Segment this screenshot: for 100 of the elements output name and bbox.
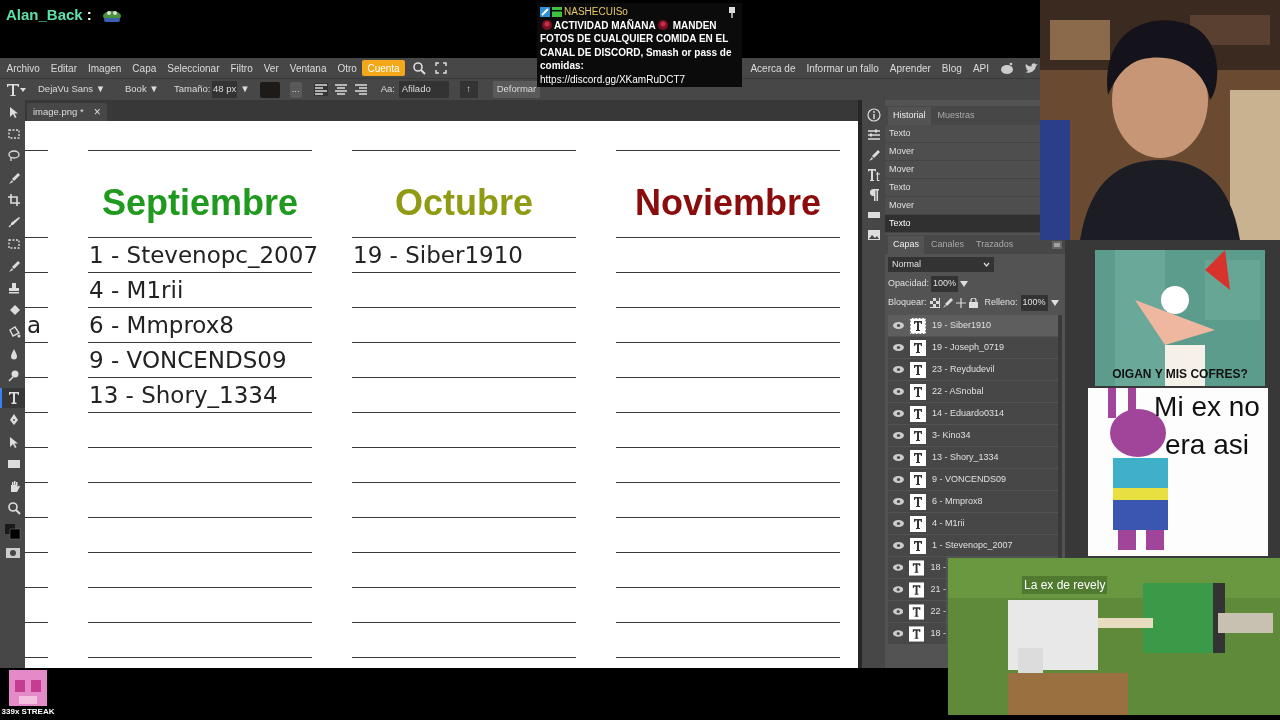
dropdown-arrow-icon[interactable] — [1050, 300, 1059, 306]
align-left-icon[interactable] — [313, 83, 328, 96]
font-style-dropdown[interactable]: Book ▼ — [125, 82, 157, 97]
text-layer-thumbnail-icon — [909, 559, 925, 576]
brush-icon[interactable] — [942, 298, 953, 308]
menu-item[interactable]: Archivo — [1, 60, 46, 76]
layer-row[interactable]: 3- Kino34 — [888, 425, 1058, 446]
layer-row[interactable]: 21 - — [888, 579, 946, 600]
more-button[interactable]: ... — [289, 81, 302, 98]
checker-icon[interactable] — [929, 298, 940, 308]
color-swatch[interactable] — [259, 81, 280, 98]
menu-item[interactable]: Seleccionar — [161, 60, 225, 76]
image-icon[interactable] — [866, 228, 881, 242]
eye-icon — [893, 432, 904, 439]
stamp-tool-icon[interactable] — [6, 281, 21, 295]
menu-item[interactable]: Ventana — [284, 60, 332, 76]
lasso-tool-icon[interactable] — [6, 149, 21, 163]
size-arrow[interactable]: ▼ — [240, 82, 250, 97]
info-icon[interactable] — [866, 108, 881, 122]
dodge-tool-icon[interactable] — [6, 369, 21, 383]
brush-tool-icon[interactable] — [6, 171, 21, 185]
align-right-icon[interactable] — [353, 83, 368, 96]
header-link[interactable]: Blog — [941, 60, 962, 76]
history-item[interactable]: Texto — [885, 215, 1040, 233]
deform-button[interactable]: Deformar — [492, 81, 541, 98]
header-link[interactable]: API — [972, 60, 989, 76]
blend-mode-dropdown[interactable]: Normal — [888, 257, 994, 272]
lock-icon[interactable] — [968, 298, 978, 308]
marquee-tool-icon[interactable] — [6, 237, 21, 251]
panel-tab[interactable]: Canales — [926, 236, 970, 254]
history-item[interactable]: Mover — [885, 143, 1040, 161]
layer-row[interactable]: 14 - Eduardo0314 — [888, 403, 1058, 424]
menu-item[interactable]: Ver — [258, 60, 285, 76]
eyedropper-tool-icon[interactable] — [6, 215, 21, 229]
text-layer-thumbnail-icon — [910, 471, 926, 488]
layer-row[interactable]: 23 - Reydudevil — [888, 359, 1058, 380]
size-field[interactable]: 48 px — [212, 81, 238, 98]
close-icon[interactable]: × — [93, 103, 101, 121]
fill-field[interactable]: 100% — [1020, 295, 1048, 311]
dropdown-arrow-icon[interactable] — [960, 280, 969, 287]
layer-row[interactable]: 4 - M1rii — [888, 513, 1058, 534]
layer-row[interactable]: 9 - VONCENDS09 — [888, 469, 1058, 490]
header-link[interactable]: Acerca de — [750, 60, 796, 76]
brush-tool-icon[interactable] — [6, 259, 21, 273]
layer-row[interactable]: 13 - Shory_1334 — [888, 447, 1058, 468]
layer-row[interactable]: 22 - ASnobal — [888, 381, 1058, 402]
type-icon[interactable] — [866, 168, 881, 182]
menu-item[interactable]: Capa — [126, 60, 162, 76]
crop-tool-icon[interactable] — [6, 193, 21, 207]
header-link[interactable]: Informar un fallo — [806, 60, 879, 76]
history-item[interactable]: Texto — [885, 125, 1040, 143]
bucket-tool-icon[interactable] — [6, 325, 21, 339]
history-item[interactable]: Mover — [885, 161, 1040, 179]
panel-tab[interactable]: Capas — [888, 236, 924, 254]
layer-row[interactable]: 18 - — [888, 623, 946, 644]
layer-row[interactable]: 1 - Stevenopc_2007 — [888, 535, 1058, 556]
chat-link[interactable]: https://discord.gg/XKamRuDCT7 — [540, 72, 686, 86]
emote-icon — [101, 8, 122, 23]
menu-item[interactable]: Editar — [45, 60, 83, 76]
history-item[interactable]: Texto — [885, 179, 1040, 197]
layer-row[interactable]: 22 - — [888, 601, 946, 622]
menu-item[interactable]: Otro — [332, 60, 363, 76]
marquee-tool-icon[interactable] — [6, 127, 21, 141]
brush-icon[interactable] — [866, 148, 881, 162]
layer-row[interactable]: 19 - Joseph_0719 — [888, 337, 1058, 358]
layer-row[interactable]: 18 - — [888, 557, 946, 578]
pin-icon — [728, 7, 736, 18]
panel-tab[interactable]: Muestras — [932, 107, 980, 125]
panel-tab[interactable]: Trazados — [971, 236, 1019, 254]
fullscreen-icon[interactable] — [434, 62, 447, 74]
antialias-dropdown[interactable]: Afilado — [398, 81, 449, 98]
layer-row[interactable]: 6 - Mmprox8 — [888, 491, 1058, 512]
menu-item[interactable]: Filtro — [225, 60, 259, 76]
panel-tab[interactable]: Historial — [888, 107, 931, 125]
layer-row[interactable]: 19 - Siber1910 — [888, 315, 1058, 336]
search-icon[interactable] — [412, 61, 426, 75]
layer-name: 19 - Joseph_0719 — [932, 340, 1005, 354]
sliders-icon[interactable] — [866, 128, 881, 142]
type-icon — [6, 82, 26, 97]
history-item[interactable]: Mover — [885, 197, 1040, 215]
bird-icon[interactable] — [1025, 62, 1038, 74]
layer-name: 22 - — [930, 604, 946, 618]
color-swatches-icon[interactable] — [4, 524, 21, 540]
eye-icon — [893, 564, 904, 571]
opacity-field[interactable]: 100% — [931, 275, 959, 292]
eye-icon — [893, 498, 904, 505]
chat-message: FOTOS DE CUALQUIER COMIDA EN EL CANAL DE DISCORD, Smash or pass de comidas: — [540, 32, 733, 73]
header-link[interactable]: Aprender — [889, 60, 931, 76]
align-center-icon[interactable] — [333, 83, 348, 96]
eye-icon — [893, 410, 904, 417]
document-tab[interactable]: image.png * × — [27, 103, 107, 121]
direction-dropdown[interactable]: ↑ — [459, 81, 478, 98]
type-tool-preset[interactable] — [6, 82, 28, 97]
move-arrows-icon[interactable] — [955, 298, 966, 308]
zoom-tool-icon[interactable] — [6, 501, 21, 515]
font-family-dropdown[interactable]: DejaVu Sans ▼ — [38, 82, 102, 97]
menu-item[interactable]: Imagen — [82, 60, 127, 76]
type-tool-icon[interactable] — [6, 391, 21, 405]
mask-icon[interactable] — [5, 548, 20, 558]
shape-tool-icon[interactable] — [6, 457, 21, 471]
